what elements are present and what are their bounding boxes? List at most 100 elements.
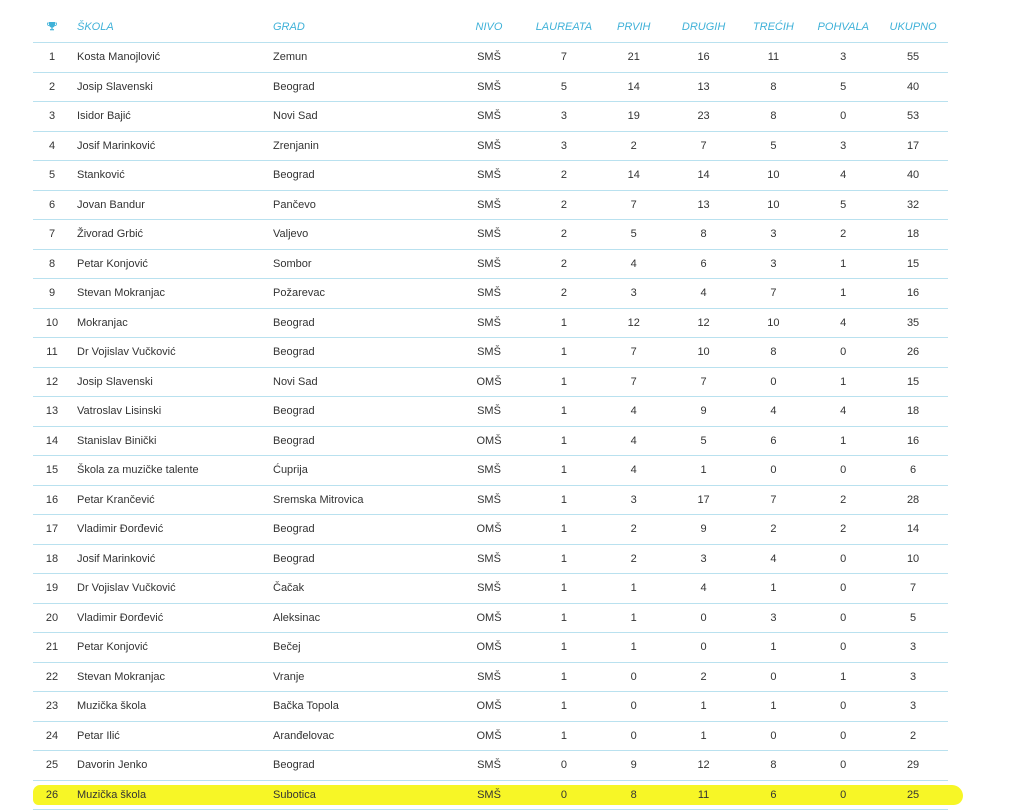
laureata-cell: 1 xyxy=(529,573,599,604)
table-row[interactable]: 4 Josif Marinković Zrenjanin SMŠ 3 2 7 5 3 17 xyxy=(33,131,948,161)
table-row[interactable]: 20 Vladimir Đorđević Aleksinac OMŠ 1 1 0 3 0 5 xyxy=(33,603,948,633)
prvih-cell: 12 xyxy=(598,308,669,338)
rank-column-header[interactable] xyxy=(33,12,71,43)
table-row[interactable]: 22 Stevan Mokranjac Vranje SMŠ 1 0 2 0 1 3 xyxy=(33,662,948,692)
laureata-cell: 2 xyxy=(529,219,599,250)
laureata-column-header[interactable]: LAUREATA xyxy=(529,12,599,43)
table-row[interactable]: 16 Petar Krančević Sremska Mitrovica SMŠ 1 3 1… xyxy=(33,485,948,515)
trecih-cell: 10 xyxy=(738,160,809,191)
school-name-cell: Stevan Mokranjac xyxy=(71,662,273,692)
city-cell: Beograd xyxy=(273,337,449,368)
table-row[interactable]: 14 Stanislav Binički Beograd OMŠ 1 4 5 6 1 16 xyxy=(33,426,948,456)
trecih-column-header[interactable]: TREĆIH xyxy=(738,12,809,43)
table-row[interactable]: 9 Stevan Mokranjac Požarevac SMŠ 2 3 4 7 1 16 xyxy=(33,278,948,309)
level-cell: OMŠ xyxy=(449,426,529,456)
ukupno-cell: 28 xyxy=(878,485,948,515)
table-row[interactable]: 8 Petar Konjović Sombor SMŠ 2 4 6 3 1 15 xyxy=(33,249,948,279)
pohvala-cell: 1 xyxy=(808,249,879,279)
nivo-column-header[interactable]: NIVO xyxy=(449,12,529,43)
ukupno-cell: 18 xyxy=(878,396,948,427)
prvih-column-header[interactable]: PRVIH xyxy=(598,12,669,43)
table-row[interactable]: 24 Petar Ilić Aranđelovac OMŠ 1 0 1 0 0 2 xyxy=(33,721,948,751)
laureata-cell: 1 xyxy=(529,544,599,574)
drugih-column-header[interactable]: DRUGIH xyxy=(668,12,739,43)
trecih-cell: 3 xyxy=(738,219,809,250)
school-name-cell: Muzička škola xyxy=(71,691,273,722)
city-cell: Beograd xyxy=(273,308,449,338)
drugih-cell: 9 xyxy=(668,396,739,427)
laureata-cell: 1 xyxy=(529,396,599,427)
rank-cell: 24 xyxy=(33,721,71,751)
city-cell: Beograd xyxy=(273,72,449,102)
table-header-row: ŠKOLA GRAD NIVO LAUREATA PRVIH DRUGIH TR… xyxy=(33,12,948,43)
table-row[interactable]: 7 Živorad Grbić Valjevo SMŠ 2 5 8 3 2 18 xyxy=(33,219,948,250)
rank-cell: 18 xyxy=(33,544,71,574)
table-row[interactable]: 1 Kosta Manojlović Zemun SMŠ 7 21 16 11 3 55 xyxy=(33,42,948,73)
ukupno-column-header[interactable]: UKUPNO xyxy=(878,12,948,43)
prvih-cell: 0 xyxy=(598,721,669,751)
table-row[interactable]: 6 Jovan Bandur Pančevo SMŠ 2 7 13 10 5 32 xyxy=(33,190,948,220)
level-cell: SMŠ xyxy=(449,337,529,368)
city-cell: Zrenjanin xyxy=(273,131,449,161)
drugih-cell: 1 xyxy=(668,455,739,486)
ukupno-cell: 55 xyxy=(878,42,948,73)
school-name-cell: Petar Konjović xyxy=(71,249,273,279)
rank-cell: 5 xyxy=(33,160,71,191)
table-row[interactable]: 19 Dr Vojislav Vučković Čačak SMŠ 1 1 4 1 0 7 xyxy=(33,573,948,604)
table-row[interactable]: 17 Vladimir Đorđević Beograd OMŠ 1 2 9 2 2 14 xyxy=(33,514,948,545)
school-name-cell: Stevan Mokranjac xyxy=(71,278,273,309)
table-row[interactable]: 11 Dr Vojislav Vučković Beograd SMŠ 1 7 10 8 0 26 xyxy=(33,337,948,368)
rank-cell: 16 xyxy=(33,485,71,515)
drugih-cell: 5 xyxy=(668,426,739,456)
city-cell: Beograd xyxy=(273,514,449,545)
city-cell: Vranje xyxy=(273,662,449,692)
trecih-cell: 8 xyxy=(738,750,809,781)
drugih-cell: 11 xyxy=(668,780,739,810)
table-row[interactable]: 21 Petar Konjović Bečej OMŠ 1 1 0 1 0 3 xyxy=(33,632,948,663)
table-row[interactable]: 25 Davorin Jenko Beograd SMŠ 0 9 12 8 0 29 xyxy=(33,750,948,781)
skola-column-header[interactable]: ŠKOLA xyxy=(71,12,273,43)
rank-cell: 9 xyxy=(33,278,71,309)
pohvala-cell: 0 xyxy=(808,603,879,633)
drugih-cell: 14 xyxy=(668,160,739,191)
trecih-cell: 3 xyxy=(738,603,809,633)
pohvala-cell: 1 xyxy=(808,367,879,397)
ukupno-cell: 35 xyxy=(878,308,948,338)
drugih-cell: 4 xyxy=(668,278,739,309)
city-cell: Sombor xyxy=(273,249,449,279)
table-row[interactable]: 26 Muzička škola Subotica SMŠ 0 8 11 6 0 25 xyxy=(33,780,948,810)
ukupno-cell: 32 xyxy=(878,190,948,220)
pohvala-cell: 0 xyxy=(808,632,879,663)
laureata-cell: 1 xyxy=(529,337,599,368)
level-cell: OMŠ xyxy=(449,367,529,397)
rank-cell: 10 xyxy=(33,308,71,338)
school-name-cell: Vatroslav Lisinski xyxy=(71,396,273,427)
laureata-cell: 1 xyxy=(529,367,599,397)
rankings-table-container: ŠKOLA GRAD NIVO LAUREATA PRVIH DRUGIH TR… xyxy=(33,12,948,810)
city-cell: Valjevo xyxy=(273,219,449,250)
rank-cell: 20 xyxy=(33,603,71,633)
grad-column-header[interactable]: GRAD xyxy=(273,12,449,43)
drugih-cell: 8 xyxy=(668,219,739,250)
trecih-cell: 4 xyxy=(738,544,809,574)
table-row[interactable]: 23 Muzička škola Bačka Topola OMŠ 1 0 1 1 0 3 xyxy=(33,691,948,722)
table-row[interactable]: 5 Stanković Beograd SMŠ 2 14 14 10 4 40 xyxy=(33,160,948,191)
ukupno-cell: 3 xyxy=(878,632,948,663)
table-row[interactable]: 2 Josip Slavenski Beograd SMŠ 5 14 13 8 5 40 xyxy=(33,72,948,102)
table-row[interactable]: 13 Vatroslav Lisinski Beograd SMŠ 1 4 9 4 4 18 xyxy=(33,396,948,427)
table-row[interactable]: 18 Josif Marinković Beograd SMŠ 1 2 3 4 0 10 xyxy=(33,544,948,574)
level-cell: SMŠ xyxy=(449,573,529,604)
level-cell: SMŠ xyxy=(449,485,529,515)
trecih-cell: 5 xyxy=(738,131,809,161)
school-name-cell: Škola za muzičke talente xyxy=(71,455,273,486)
table-row[interactable]: 3 Isidor Bajić Novi Sad SMŠ 3 19 23 8 0 53 xyxy=(33,101,948,132)
city-cell: Požarevac xyxy=(273,278,449,309)
pohvala-cell: 1 xyxy=(808,426,879,456)
level-cell: SMŠ xyxy=(449,544,529,574)
table-row[interactable]: 15 Škola za muzičke talente Ćuprija SMŠ 1 4 1 0… xyxy=(33,455,948,486)
table-row[interactable]: 10 Mokranjac Beograd SMŠ 1 12 12 10 4 35 xyxy=(33,308,948,338)
city-cell: Bačka Topola xyxy=(273,691,449,722)
pohvala-column-header[interactable]: POHVALA xyxy=(808,12,879,43)
table-row[interactable]: 12 Josip Slavenski Novi Sad OMŠ 1 7 7 0 1 15 xyxy=(33,367,948,397)
laureata-cell: 1 xyxy=(529,603,599,633)
